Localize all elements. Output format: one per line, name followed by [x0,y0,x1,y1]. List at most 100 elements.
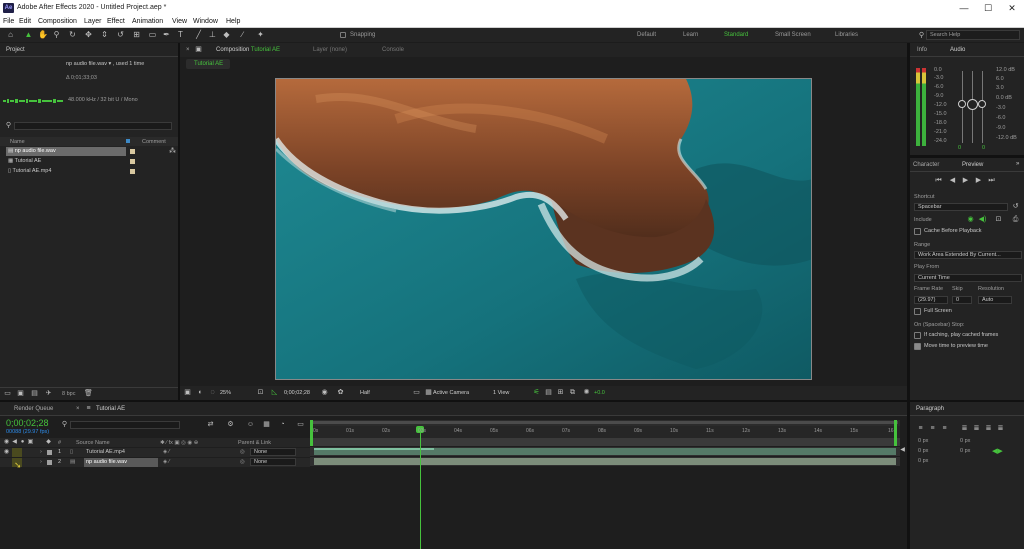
orbit-tool-icon[interactable]: ↻ [68,30,77,39]
workspace-libraries[interactable]: Libraries [835,32,858,38]
last-frame-icon[interactable]: ⏭ [987,176,996,185]
menu-edit[interactable]: Edit [19,18,31,25]
draft-3d-icon[interactable]: ⚙ [226,420,235,429]
video-frame[interactable] [275,78,812,380]
align-left-icon[interactable]: ≡ [916,424,925,433]
comp-flowchart-icon[interactable]: ⊞ [556,388,565,397]
project-item-video[interactable]: ▯ Tutorial AE.mp4 [8,168,51,176]
exposure-value[interactable]: +0.0 [594,390,605,396]
project-search-input[interactable] [14,122,172,130]
timeline-close-icon[interactable]: × [76,406,80,412]
new-folder-icon[interactable]: ▣ [16,389,25,398]
align-center-icon[interactable]: ≡ [928,424,937,433]
workspace-learn[interactable]: Learn [683,32,698,38]
menu-file[interactable]: File [3,18,14,25]
always-preview-icon[interactable]: ▣ [183,388,192,397]
layer-1-name[interactable]: Tutorial AE.mp4 [86,449,125,455]
eraser-tool-icon[interactable]: ◆ [222,30,231,39]
export-icon[interactable]: ⎙ [1011,215,1020,224]
brush-tool-icon[interactable]: ╱ [194,30,203,39]
region-of-interest-icon[interactable]: ▭ [412,388,421,397]
timeline-icon[interactable]: ▤ [544,388,553,397]
new-comp-icon[interactable]: ▤ [30,389,39,398]
puppet-pin-tool-icon[interactable]: ✦ [256,30,265,39]
maximize-button[interactable]: ☐ [982,2,994,14]
shortcut-select[interactable]: Spacebar [914,203,1008,211]
timeline-menu-icon[interactable]: ≡ [84,404,93,413]
close-button[interactable]: ✕ [1006,2,1018,14]
minimize-button[interactable]: — [958,2,970,14]
comp-subtab[interactable]: Tutorial AE [194,61,223,67]
justify-left-icon[interactable]: ≣ [960,424,969,433]
zoom-tool-icon[interactable]: ⚲ [52,30,61,39]
hand-tool-icon[interactable]: ✋ [38,30,48,39]
tab-layer[interactable]: Layer (none) [313,47,347,53]
selection-tool-icon[interactable]: ▲ [24,30,33,39]
justify-right-icon[interactable]: ≣ [984,424,993,433]
column-comment[interactable]: Comment [142,139,166,145]
divider[interactable] [910,155,1024,158]
column-name[interactable]: Name [10,139,25,145]
frame-rate-select[interactable]: (29.97) [914,296,948,304]
first-line-indent-field[interactable]: 0 px [960,448,970,454]
home-icon[interactable]: ⌂ [6,30,15,39]
resolution-select[interactable]: Auto [978,296,1012,304]
menu-help[interactable]: Help [226,18,240,25]
tab-info[interactable]: Info [917,47,927,53]
shy-layers-icon[interactable]: ☺ [246,420,255,429]
frame-blending-icon[interactable]: ▦ [262,420,271,429]
play-from-select[interactable]: Current Time [914,274,1022,282]
source-name-header[interactable]: Source Name [76,440,110,446]
search-help-input[interactable]: Search Help [926,30,1020,40]
justify-center-icon[interactable]: ≣ [972,424,981,433]
divider[interactable] [910,400,1024,402]
tab-paragraph[interactable]: Paragraph [916,406,944,412]
timeline-end-marker-icon[interactable]: ◀ [898,446,907,455]
parent-link-header[interactable]: Parent & Link [238,440,271,446]
zoom-select[interactable]: 25% [220,390,231,396]
layer-1-label[interactable] [47,450,52,455]
layer-2-expand-icon[interactable]: › [40,459,42,465]
motion-blur-icon[interactable]: ◔ [278,420,287,429]
views-select[interactable]: 1 View [493,390,509,396]
menu-effect[interactable]: Effect [107,18,125,25]
interpret-footage-icon[interactable]: ▭ [3,389,12,398]
ltr-direction-icon[interactable]: ◀▶ [992,447,1003,456]
project-settings-icon[interactable]: ✈ [44,389,53,398]
roto-brush-tool-icon[interactable]: ∕ [238,30,247,39]
range-select[interactable]: Work Area Extended By Current... [914,251,1022,259]
panel-overflow-icon[interactable]: » [1016,161,1019,167]
snapshot-icon[interactable]: ◐ [196,388,205,397]
type-tool-icon[interactable]: T [176,30,185,39]
reset-icon[interactable]: ↺ [1011,202,1020,211]
space-before-field[interactable]: 0 px [918,448,928,454]
workspace-small-screen[interactable]: Small Screen [775,32,811,38]
current-time-display[interactable]: 0;00;02;28 [6,418,49,428]
mask-visibility-icon[interactable]: ◌ [208,388,217,397]
indent-right-field[interactable]: 0 px [960,438,970,444]
tab-tutorial-ae[interactable]: Tutorial AE [96,406,125,412]
rectangle-tool-icon[interactable]: ▭ [148,30,157,39]
workspace-standard[interactable]: Standard [724,32,748,38]
tab-audio[interactable]: Audio [950,47,965,53]
snapping-checkbox[interactable] [340,32,346,38]
align-right-icon[interactable]: ≡ [940,424,949,433]
divider[interactable] [0,400,907,402]
camera-snapshot-icon[interactable]: ◉ [320,388,329,397]
layer-1-switches[interactable]: ◈ ⁄ [163,449,170,455]
volume-knob-master[interactable] [967,99,978,110]
layer-2-label[interactable] [47,460,52,465]
pen-tool-icon[interactable]: ✒ [162,30,171,39]
fit-icon[interactable]: ⊡ [256,388,265,397]
toggle-transparency-icon[interactable]: ▦ [424,388,433,397]
indent-left-field[interactable]: 0 px [918,438,928,444]
layer-2-name[interactable]: np audio file.wav [86,459,127,465]
transparency-grid-icon[interactable]: ◺ [270,388,279,397]
timeline-search-input[interactable] [70,421,180,429]
tab-render-queue[interactable]: Render Queue [14,406,53,412]
include-video-icon[interactable]: ◉ [966,215,975,224]
include-overlays-icon[interactable]: ⊡ [994,215,1003,224]
tab-preview[interactable]: Preview [962,162,983,168]
layer-1-eye-icon[interactable]: ◉ [2,448,11,457]
dolly-tool-icon[interactable]: ⇕ [100,30,109,39]
